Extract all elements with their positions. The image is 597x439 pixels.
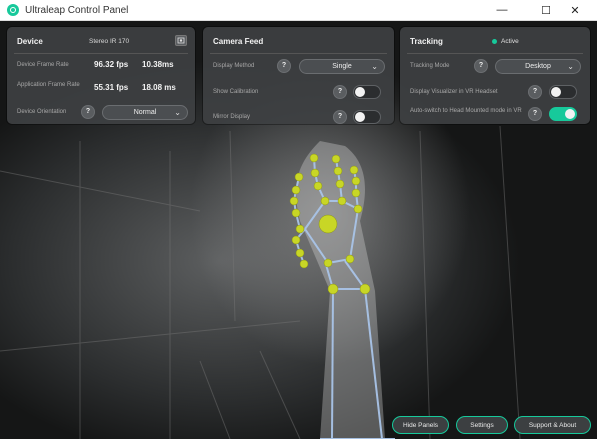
ultraleap-logo-icon (7, 4, 19, 16)
device-panel-title: Device (17, 37, 43, 46)
minimize-button[interactable]: — (480, 0, 524, 20)
display-visualizer-help-button[interactable]: ? (528, 85, 542, 99)
tracking-mode-label: Tracking Mode (410, 63, 450, 69)
device-orientation-help-button[interactable]: ? (81, 105, 95, 119)
chevron-down-icon: ⌄ (371, 62, 378, 71)
tracking-mode-help-button[interactable]: ? (474, 59, 488, 73)
device-name: Stereo IR 170 (89, 38, 130, 45)
app-frame-rate-label: Application Frame Rate (17, 82, 80, 88)
hide-panels-button[interactable]: Hide Panels (392, 416, 449, 434)
display-visualizer-toggle[interactable] (549, 85, 577, 99)
close-button[interactable]: ✕ (553, 0, 597, 20)
title-bar: Ultraleap Control Panel — ☐ ✕ (0, 0, 597, 21)
mirror-display-toggle[interactable] (353, 110, 381, 124)
display-method-label: Display Method (213, 63, 255, 69)
display-method-dropdown[interactable]: Single ⌄ (299, 59, 385, 74)
tracking-divider (407, 53, 583, 54)
camera-feed-panel: Camera Feed Display Method ? Single ⌄ Sh… (203, 27, 394, 124)
device-frame-rate-fps: 96.32 fps (94, 60, 129, 69)
tracking-mode-value: Desktop (525, 63, 551, 70)
auto-switch-label: Auto-switch to Head Mounted mode in VR (410, 108, 522, 114)
auto-switch-help-button[interactable]: ? (528, 107, 542, 121)
device-panel: Device Stereo IR 170 Device Frame Rate 9… (7, 27, 195, 124)
device-orientation-dropdown[interactable]: Normal ⌄ (102, 105, 188, 120)
show-calibration-help-button[interactable]: ? (333, 85, 347, 99)
chevron-down-icon: ⌄ (567, 62, 574, 71)
show-calibration-toggle[interactable] (353, 85, 381, 99)
device-orientation-value: Normal (133, 109, 157, 116)
camera-settings-icon[interactable] (175, 35, 187, 46)
auto-switch-toggle[interactable] (549, 107, 577, 121)
device-divider (14, 53, 188, 54)
camera-feed-panel-title: Camera Feed (213, 37, 264, 46)
device-frame-rate-ms: 10.38ms (142, 60, 174, 69)
settings-button[interactable]: Settings (456, 416, 508, 434)
mirror-display-label: Mirror Display (213, 114, 251, 120)
device-orientation-label: Device Orientation (17, 109, 67, 115)
window-title: Ultraleap Control Panel (25, 4, 129, 16)
tracking-status-dot (492, 39, 497, 44)
app-frame-rate-ms: 18.08 ms (142, 83, 176, 92)
app-frame-rate-fps: 55.31 fps (94, 83, 129, 92)
support-about-button[interactable]: Support & About (514, 416, 591, 434)
mirror-display-help-button[interactable]: ? (333, 110, 347, 124)
display-method-help-button[interactable]: ? (277, 59, 291, 73)
display-method-value: Single (332, 63, 352, 70)
tracking-mode-dropdown[interactable]: Desktop ⌄ (495, 59, 581, 74)
tracking-panel-title: Tracking (410, 37, 443, 46)
device-frame-rate-label: Device Frame Rate (17, 62, 69, 68)
show-calibration-label: Show Calibration (213, 89, 259, 95)
chevron-down-icon: ⌄ (174, 108, 181, 117)
display-visualizer-label: Display Visualizer in VR Headset (410, 89, 498, 95)
tracking-panel: Tracking Active Tracking Mode ? Desktop … (400, 27, 590, 124)
tracking-status: Active (501, 38, 519, 45)
camera-feed-divider (210, 53, 387, 54)
